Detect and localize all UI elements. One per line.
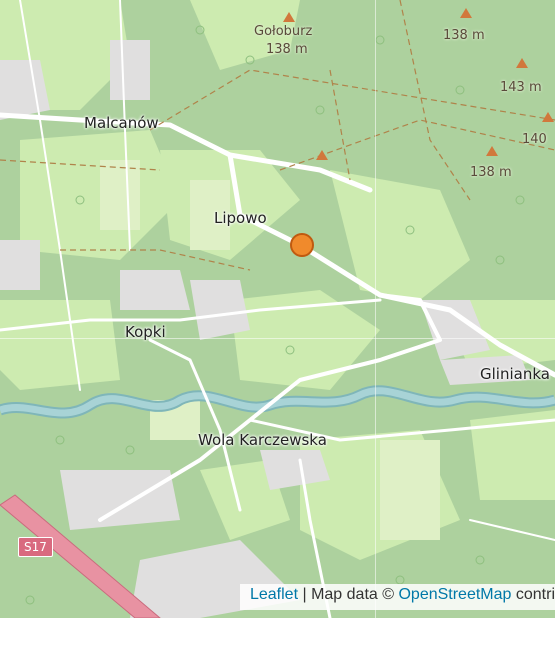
place-label-glinianka: Glinianka: [480, 365, 550, 383]
attribution-separator: | Map data ©: [298, 586, 399, 603]
map-view[interactable]: Malcanów Lipowo Kopki Glinianka Wola Kar…: [0, 0, 555, 618]
peak-elevation: 143 m: [500, 80, 542, 95]
road-shield-s17: S17: [18, 537, 53, 557]
attribution-tail: contri: [511, 586, 555, 603]
peak-name-goloburz: Gołoburz: [254, 24, 313, 39]
map-attribution: Leaflet | Map data © OpenStreetMap contr…: [239, 584, 555, 610]
openstreetmap-link[interactable]: OpenStreetMap: [398, 586, 511, 603]
peak-elevation: 140: [522, 132, 547, 147]
peak-elevation: 138 m: [266, 42, 308, 57]
location-marker[interactable]: [290, 233, 314, 257]
leaflet-link[interactable]: Leaflet: [250, 586, 298, 603]
grid-line: [0, 338, 555, 339]
peak-elevation: 138 m: [443, 28, 485, 43]
place-label-lipowo: Lipowo: [214, 209, 267, 227]
place-label-kopki: Kopki: [125, 323, 166, 341]
peak-elevation: 138 m: [470, 165, 512, 180]
grid-line: [375, 0, 376, 618]
map-tiles: [0, 0, 555, 618]
place-label-malcanow: Malcanów: [84, 114, 159, 132]
place-label-wola-karczewska: Wola Karczewska: [198, 431, 327, 449]
